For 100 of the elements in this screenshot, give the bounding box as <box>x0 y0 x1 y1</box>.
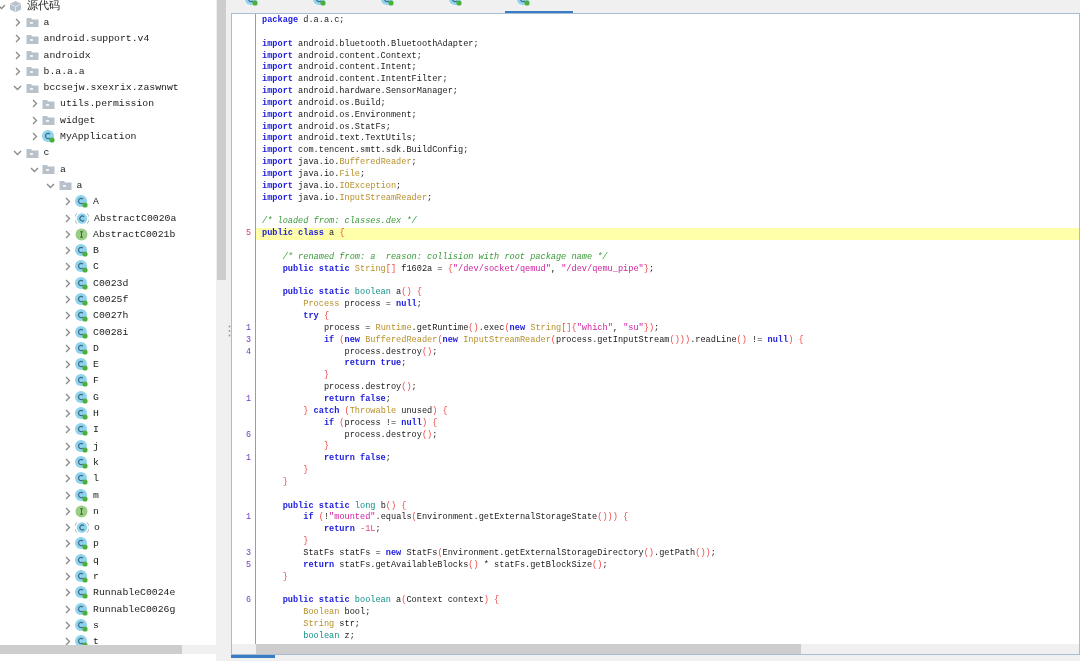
cube-icon <box>9 0 22 13</box>
line-number: 1 <box>245 322 251 333</box>
class-icon <box>75 537 88 551</box>
code-line: boolean z; <box>302 630 355 641</box>
tree-item[interactable]: B <box>93 245 99 257</box>
tree-item[interactable]: l <box>93 473 99 485</box>
tree-item[interactable]: a <box>43 16 50 28</box>
abstract-class-icon <box>75 521 89 535</box>
tree-item[interactable]: C0028i <box>93 326 129 338</box>
class-icon <box>75 553 88 567</box>
code-line: Process process = null; <box>302 299 422 310</box>
code-line: return false; <box>322 394 391 404</box>
code-line: /* renamed from: a reason: collision with root package name */ <box>281 251 608 262</box>
folder-icon <box>25 16 39 29</box>
tree-item[interactable]: bccsejw.sxexrix.zaswnwt <box>43 82 179 94</box>
tree-item[interactable]: 源代码 <box>27 0 60 14</box>
class-icon <box>75 618 88 632</box>
code-line: return statFs.getAvailableBlocks() * statFs.getBlockSize(); <box>302 559 608 570</box>
folder-icon <box>25 146 39 159</box>
tree-item[interactable]: q <box>93 554 99 566</box>
class-icon <box>75 374 88 388</box>
code-line: import android.bluetooth.BluetoothAdapter; <box>262 38 479 49</box>
tree-item[interactable]: r <box>93 571 99 583</box>
chevron-down-icon[interactable] <box>13 148 22 158</box>
tree-item[interactable]: p <box>93 538 99 550</box>
code-line: import java.io.InputStreamReader; <box>262 192 433 203</box>
tree-item[interactable]: o <box>94 522 100 534</box>
tree-item[interactable]: RunnableC0024e <box>93 587 176 599</box>
code-line: } <box>322 370 330 381</box>
class-icon <box>75 472 88 486</box>
tree-item[interactable]: n <box>93 505 99 517</box>
tree-item[interactable]: C <box>93 261 99 273</box>
code-line: StatFs statFs = new StatFs(Environment.getExternalStorageDirectory().getPath()); <box>302 547 716 558</box>
chevron-right-icon[interactable] <box>13 66 22 76</box>
class-icon <box>75 488 88 502</box>
line-number: 5 <box>245 228 251 239</box>
code-line: public static String[] f1602a = {"/dev/socket/qemud", "/dev/qemu_pipe"}; <box>281 263 655 274</box>
tree-item[interactable]: AbstractC0020a <box>94 212 177 224</box>
tree-item[interactable]: I <box>93 424 99 436</box>
chevron-down-icon[interactable] <box>13 83 22 93</box>
scrollbar-thumb[interactable] <box>0 645 182 654</box>
tree-item[interactable]: t <box>93 636 99 645</box>
tree-item[interactable]: c <box>43 147 50 159</box>
tree-item[interactable]: utils.permission <box>60 98 155 110</box>
tree-item[interactable]: H <box>93 408 99 420</box>
class-icon <box>75 455 88 469</box>
code-line: process.destroy(); <box>343 429 438 440</box>
chevron-right-icon[interactable] <box>13 17 22 27</box>
tree-item[interactable]: b.a.a.a <box>43 65 85 77</box>
code-line: } catch (Throwable unused) { <box>302 405 448 416</box>
tree-item[interactable]: AbstractC0021b <box>93 228 176 240</box>
class-icon <box>75 602 88 616</box>
class-icon <box>75 341 88 355</box>
tree-item[interactable]: F <box>93 375 99 387</box>
tree-item[interactable]: s <box>93 619 99 631</box>
code-line: } <box>322 441 330 452</box>
tree-item[interactable]: C0023d <box>93 277 129 289</box>
tree-item[interactable]: D <box>93 342 99 354</box>
tree-item[interactable]: widget <box>60 114 96 126</box>
class-icon <box>75 276 88 290</box>
tree-item[interactable]: android.support.v4 <box>43 33 150 45</box>
folder-icon <box>42 114 55 127</box>
class-icon <box>75 586 88 600</box>
tree-item[interactable]: a <box>76 179 83 191</box>
code-line: return -1L; <box>322 524 381 535</box>
chevron-right-icon[interactable] <box>13 34 22 44</box>
tree-item[interactable]: C0027h <box>93 310 129 322</box>
tab-indicator <box>231 655 275 658</box>
class-icon <box>75 309 88 323</box>
code-line: public static long b() { <box>281 500 407 511</box>
tree-item[interactable]: m <box>93 489 99 501</box>
scrollbar-thumb[interactable] <box>217 0 226 280</box>
tree-item[interactable]: C0025f <box>93 294 129 305</box>
code-line: public static boolean a() { <box>281 287 422 298</box>
tree-item[interactable]: androidx <box>43 49 91 61</box>
folder-icon <box>42 97 55 110</box>
code-line: String str; <box>302 619 360 630</box>
splitter-handle[interactable] <box>228 324 231 337</box>
tree-item[interactable]: RunnableC0026g <box>93 603 176 615</box>
chevron-right-icon[interactable] <box>13 50 22 60</box>
line-number: 3 <box>245 334 251 345</box>
tree-item[interactable]: E <box>93 359 99 371</box>
line-number: 4 <box>245 346 251 357</box>
code-line: import android.hardware.SensorManager; <box>262 86 458 97</box>
scrollbar-thumb[interactable] <box>256 644 801 654</box>
code-line: import android.content.Context; <box>262 50 422 61</box>
code-line: import android.content.IntentFilter; <box>262 74 448 85</box>
code-line: import java.io.BufferedReader; <box>262 157 417 168</box>
interface-icon <box>75 504 88 518</box>
tree-item[interactable]: k <box>93 456 99 468</box>
tree-item[interactable]: MyApplication <box>60 131 137 142</box>
tree-item[interactable]: G <box>93 391 99 403</box>
code-line: process.destroy(); <box>343 346 438 357</box>
code-line: if (new BufferedReader(new InputStreamReader(process.getInputStream())).readLine() != null) { <box>322 334 804 345</box>
tree-item[interactable]: a <box>60 163 66 175</box>
tree-item[interactable]: A <box>93 196 99 208</box>
class-icon <box>75 439 88 453</box>
folder-icon <box>25 81 39 94</box>
line-number: 5 <box>245 559 251 570</box>
tree-item[interactable]: j <box>93 440 99 452</box>
